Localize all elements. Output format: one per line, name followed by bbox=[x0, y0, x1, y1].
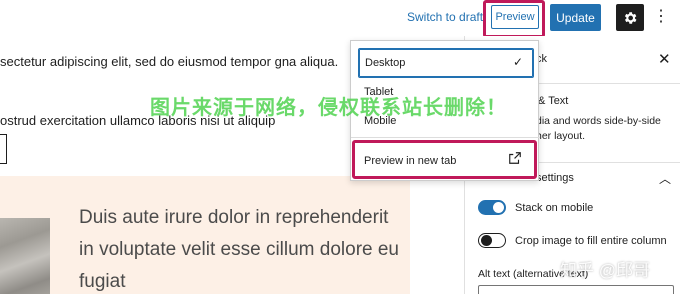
preview-new-tab-highlight-box bbox=[352, 140, 537, 179]
crop-image-label: Crop image to fill entire column bbox=[515, 235, 667, 247]
settings-button[interactable] bbox=[616, 4, 644, 31]
close-icon[interactable]: ✕ bbox=[658, 50, 671, 68]
checkmark-icon: ✓ bbox=[512, 55, 523, 69]
zhihu-watermark: 知乎 @邱哥 bbox=[560, 261, 650, 280]
switch-to-draft-button[interactable]: Switch to draft bbox=[407, 10, 483, 24]
toggle-knob bbox=[481, 235, 492, 246]
toggle-knob bbox=[493, 202, 504, 213]
paragraph-block[interactable]: sectetur adipiscing elit, sed do eiusmod… bbox=[0, 50, 360, 74]
block-card-title: & Text bbox=[538, 95, 569, 107]
preview-button[interactable]: Preview bbox=[491, 5, 539, 29]
stack-on-mobile-label: Stack on mobile bbox=[515, 202, 594, 214]
menu-item-desktop[interactable]: Desktop ✓ bbox=[358, 48, 534, 78]
stack-on-mobile-toggle[interactable] bbox=[478, 200, 506, 215]
panel-settings-heading[interactable]: settings bbox=[536, 172, 574, 184]
media-image bbox=[0, 218, 50, 294]
block-outline-fragment bbox=[0, 134, 7, 164]
editor-top-toolbar: Switch to draft Preview Update ⋮ bbox=[0, 0, 680, 38]
source-watermark: 图片来源于网络，侵权联系站长删除！ bbox=[150, 97, 507, 119]
chevron-up-icon[interactable]: ︿ bbox=[659, 170, 671, 187]
more-options-icon[interactable]: ⋮ bbox=[653, 7, 669, 27]
menu-item-desktop-label: Desktop bbox=[365, 57, 406, 69]
block-card-description: dia and words side-by-side her layout. bbox=[536, 115, 661, 142]
alt-text-input[interactable] bbox=[478, 285, 674, 294]
media-text-block[interactable]: Duis aute irure dolor in reprehenderit i… bbox=[0, 176, 410, 294]
menu-separator bbox=[351, 137, 540, 138]
crop-image-toggle[interactable] bbox=[478, 233, 506, 248]
gear-icon bbox=[624, 11, 637, 24]
update-button[interactable]: Update bbox=[550, 4, 601, 31]
media-text-content[interactable]: Duis aute irure dolor in reprehenderit i… bbox=[79, 202, 399, 294]
